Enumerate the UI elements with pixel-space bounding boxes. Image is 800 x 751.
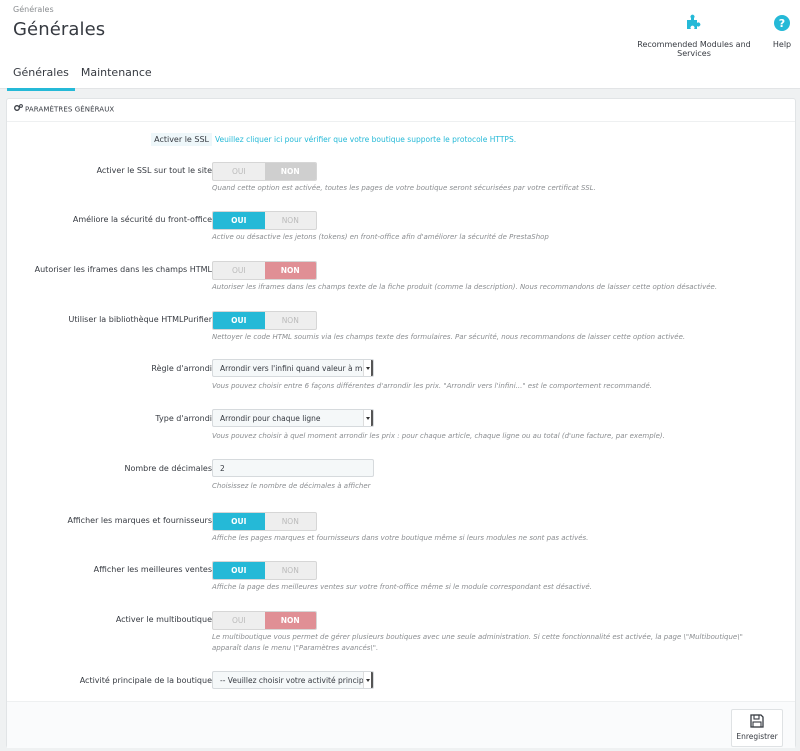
switch-non[interactable]: NON: [264, 262, 316, 279]
panel-footer: Enregistrer: [7, 701, 795, 748]
dropdown-arrow-icon[interactable]: [363, 410, 373, 426]
select-value: -- Veuillez choisir votre activité princ…: [220, 676, 369, 685]
decimals-input[interactable]: 2: [212, 459, 374, 477]
help-label: Help: [772, 40, 792, 49]
save-label: Enregistrer: [736, 732, 778, 741]
field-label: Afficher les meilleures ventes: [93, 565, 212, 574]
switch-oui[interactable]: OUI: [213, 262, 265, 279]
field-label: Type d'arrondi: [155, 414, 212, 423]
field-label: Améliore la sécurité du front-office: [72, 215, 212, 224]
help-button[interactable]: ? Help: [768, 14, 796, 49]
rounding-type-select[interactable]: Arrondir pour chaque ligne: [212, 409, 374, 427]
field-help: Le multiboutique vous permet de gérer pl…: [212, 633, 743, 641]
switch-oui[interactable]: OUI: [213, 163, 265, 180]
field-help: Affiche les pages marques et fournisseur…: [212, 534, 589, 542]
panel-heading: PARAMÈTRES GÉNÉRAUX: [7, 99, 795, 122]
breadcrumb[interactable]: Générales: [13, 5, 54, 14]
select-value: Arrondir vers l'infini quand valeur à m: [220, 364, 363, 373]
ssl-everywhere-switch[interactable]: OUI NON: [212, 162, 317, 181]
panel-title: PARAMÈTRES GÉNÉRAUX: [25, 105, 115, 114]
field-help: Affiche la page des meilleures ventes su…: [212, 583, 592, 591]
tab-maintenance[interactable]: Maintenance: [75, 63, 158, 88]
field-rounding-rule: Règle d'arrondi Arrondir vers l'infini q…: [7, 359, 795, 390]
field-help: Vous pouvez choisir entre 6 façons diffé…: [212, 382, 652, 390]
select-value: Arrondir pour chaque ligne: [220, 414, 321, 423]
puzzle-icon: [624, 14, 764, 34]
recommended-modules-button[interactable]: Recommended Modules and Services: [624, 14, 764, 58]
field-help: Nettoyer le code HTML soumis via les cha…: [212, 333, 686, 341]
field-help: Active ou désactive les jetons (tokens) …: [212, 233, 549, 241]
field-label: Activité principale de la boutique: [79, 676, 212, 685]
ssl-label: Activer le SSL: [151, 133, 212, 146]
field-label: Activer le multiboutique: [115, 615, 212, 624]
field-label: Autoriser les iframes dans les champs HT…: [34, 265, 212, 274]
brands-suppliers-switch[interactable]: OUI NON: [212, 512, 317, 531]
field-label: Utiliser la bibliothèque HTMLPurifier: [68, 315, 213, 324]
ssl-check-link[interactable]: Veuillez cliquer ici pour vérifier que v…: [215, 135, 516, 144]
field-help: Choisissez le nombre de décimales à affi…: [212, 482, 371, 490]
general-settings-panel: PARAMÈTRES GÉNÉRAUX Activer le SSL Veuil…: [6, 98, 796, 748]
tab-generales[interactable]: Générales: [7, 63, 75, 91]
floppy-disk-icon: [732, 714, 782, 730]
cogs-icon: [14, 99, 23, 120]
field-help: Autoriser les iframes dans les champs te…: [212, 283, 718, 291]
recommended-modules-label: Recommended Modules and Services: [637, 40, 751, 58]
switch-oui[interactable]: OUI: [213, 562, 265, 579]
field-label: Nombre de décimales: [124, 464, 213, 473]
switch-non[interactable]: NON: [265, 513, 317, 530]
page-title: Générales: [13, 19, 106, 40]
field-help: Vous pouvez choisir à quel moment arrond…: [212, 432, 665, 440]
dropdown-arrow-icon[interactable]: [363, 672, 373, 688]
switch-oui[interactable]: OUI: [213, 312, 265, 329]
save-button[interactable]: Enregistrer: [731, 709, 783, 747]
dropdown-arrow-icon[interactable]: [363, 360, 373, 376]
field-label: Règle d'arrondi: [151, 364, 212, 373]
switch-non[interactable]: NON: [265, 212, 317, 229]
switch-oui[interactable]: OUI: [213, 212, 265, 229]
switch-oui[interactable]: OUI: [213, 513, 265, 530]
help-circle-icon: ?: [768, 14, 796, 34]
best-sales-switch[interactable]: OUI NON: [212, 561, 317, 580]
main-activity-select[interactable]: -- Veuillez choisir votre activité princ…: [212, 671, 374, 689]
rounding-rule-select[interactable]: Arrondir vers l'infini quand valeur à m: [212, 359, 374, 377]
multistore-switch[interactable]: OUI NON: [212, 611, 317, 630]
field-help-line2: apparaît dans le menu \"Paramètres avanc…: [212, 644, 379, 652]
switch-non[interactable]: NON: [264, 163, 316, 180]
field-main-activity: Activité principale de la boutique -- Ve…: [7, 671, 795, 689]
switch-oui[interactable]: OUI: [213, 612, 265, 629]
page-header: Générales Générales Recommended Modules …: [0, 0, 800, 91]
switch-non[interactable]: NON: [265, 562, 317, 579]
field-rounding-type: Type d'arrondi Arrondir pour chaque lign…: [7, 409, 795, 440]
field-label: Afficher les marques et fournisseurs: [67, 516, 212, 525]
svg-text:?: ?: [779, 17, 785, 30]
html-purifier-switch[interactable]: OUI NON: [212, 311, 317, 330]
switch-non[interactable]: NON: [265, 312, 317, 329]
field-label: Activer le SSL sur tout le site: [96, 166, 212, 175]
front-office-security-switch[interactable]: OUI NON: [212, 211, 317, 230]
tab-bar: Générales Maintenance: [7, 63, 158, 91]
switch-non[interactable]: NON: [264, 612, 316, 629]
allow-iframes-switch[interactable]: OUI NON: [212, 261, 317, 280]
field-help: Quand cette option est activée, toutes l…: [212, 184, 596, 192]
